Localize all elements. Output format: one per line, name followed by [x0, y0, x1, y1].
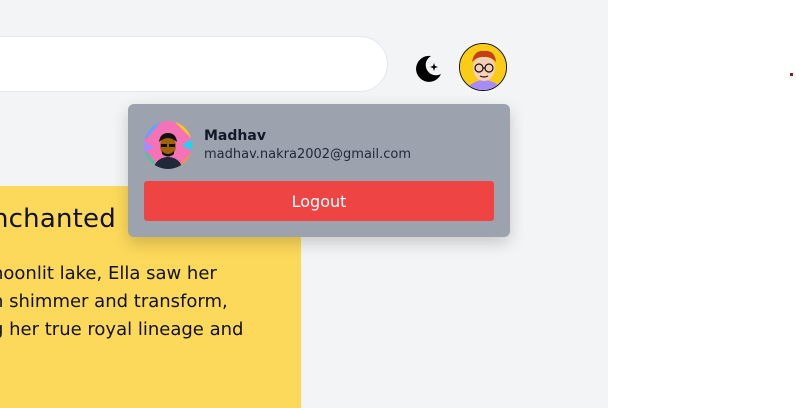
- user-email: madhav.nakra2002@gmail.com: [204, 147, 412, 162]
- user-avatar-button[interactable]: [459, 43, 507, 91]
- story-card-excerpt: noonlit lake, Ella saw her n shimmer and…: [0, 260, 301, 344]
- account-dropdown: Madhav madhav.nakra2002@gmail.com Logout: [128, 104, 510, 237]
- app-panel: nchanted noonlit lake, Ella saw her n sh…: [0, 0, 608, 408]
- logout-button[interactable]: Logout: [144, 181, 494, 221]
- theme-toggle-button[interactable]: [408, 48, 448, 88]
- moon-star-icon: [416, 55, 441, 82]
- excerpt-line: noonlit lake, Ella saw her: [0, 263, 217, 284]
- decorative-mark: [790, 73, 793, 76]
- excerpt-line: g her true royal lineage and: [0, 319, 244, 340]
- profile-photo: [144, 121, 192, 169]
- cartoon-avatar-icon: [460, 44, 506, 90]
- excerpt-line: n shimmer and transform,: [0, 291, 228, 312]
- user-name: Madhav: [204, 128, 266, 144]
- search-bar[interactable]: [0, 36, 388, 92]
